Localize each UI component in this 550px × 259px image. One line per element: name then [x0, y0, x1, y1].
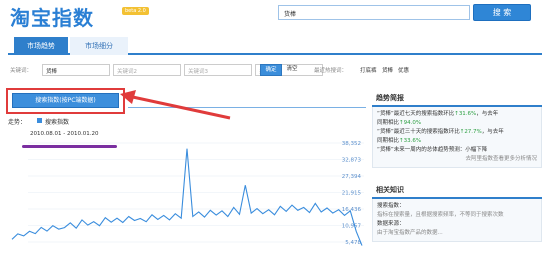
red-arrow-icon — [120, 90, 231, 120]
search-index-pc-button[interactable]: 搜索指数(按PC端数据) — [12, 93, 119, 108]
legend-swatch — [37, 118, 42, 123]
knowledge-item-desc: 指标在搜索量，且根据搜索频率，不等同于搜索次数 — [377, 212, 504, 218]
search-button[interactable]: 搜 索 — [473, 4, 531, 21]
keyword-field-3[interactable]: 关键词3 — [184, 64, 252, 76]
knowledge-title: 相关知识 — [372, 185, 542, 199]
trend-brief-panel: 趋势简报 “货棒”最近七天的搜索指数环比↑31.6%，与去年 同期相比↑94.0… — [372, 93, 542, 168]
keyword-field-2[interactable]: 关键词2 — [113, 64, 181, 76]
y-tick-label: 32,873 — [342, 158, 362, 164]
hot-search-link-1[interactable]: 打底裤 — [360, 66, 377, 74]
brief-line: 同期相比↑33.6% — [377, 138, 422, 144]
more-analysis-link[interactable]: 去阿里指数查看更多分析情况 — [377, 155, 537, 164]
keyword-filter-row: 关键词： 货棒 关键词2 关键词3 关键词4 确定 清空 最近热搜词： 打底裤 … — [8, 62, 542, 78]
tab-market-trend[interactable]: 市场趋势 — [14, 37, 68, 55]
brief-line: “货棒”最近三十天的搜索指数环比↑27.7%，与去年 — [377, 129, 504, 135]
header: 淘宝指数 beta 2.0 货棒 搜 索 — [0, 0, 550, 34]
y-tick-label: 27,394 — [342, 174, 362, 180]
date-range-label[interactable]: 2010.08.01 - 2010.01.20 — [30, 131, 98, 137]
knowledge-item-desc: 由于淘宝指数产品的数据... — [377, 230, 443, 236]
taobao-index-logo[interactable]: 淘宝指数 — [10, 2, 94, 31]
search-input[interactable]: 货棒 — [278, 5, 470, 20]
hot-search-label: 最近热搜词： — [314, 68, 348, 74]
main-tabs: 市场趋势 市场细分 — [8, 37, 542, 55]
y-tick-label: 5,478 — [345, 240, 361, 246]
confirm-button[interactable]: 确定 — [260, 64, 282, 76]
y-tick-label: 21,915 — [342, 191, 362, 197]
knowledge-body: 搜索指数： 指标在搜索量，且根据搜索频率，不等同于搜索次数 数据来源： 由于淘宝… — [372, 199, 542, 242]
brief-line: 同期相比↑94.0% — [377, 120, 422, 126]
y-tick-label: 16,436 — [342, 207, 362, 213]
brief-line: “货棒”未来一周内的总体趋势预测：小幅下降 — [377, 147, 488, 153]
y-tick-label: 10,957 — [342, 224, 362, 230]
keyword-field-1[interactable]: 货棒 — [42, 64, 110, 76]
keyword-label: 关键词： — [10, 68, 33, 74]
y-tick-label: 38,352 — [342, 141, 361, 147]
hot-search-link-3[interactable]: 优惠 — [398, 66, 409, 74]
brief-line: “货棒”最近七天的搜索指数环比↑31.6%，与去年 — [377, 111, 499, 117]
knowledge-item-title: 搜索指数： — [377, 203, 405, 209]
purple-annotation-underline — [22, 145, 117, 148]
series-line-search-index — [11, 148, 363, 246]
beta-badge: beta 2.0 — [122, 7, 149, 15]
tab-market-segment[interactable]: 市场细分 — [70, 37, 128, 55]
clear-button[interactable]: 清空 — [284, 64, 300, 76]
hot-search-link-2[interactable]: 货棒 — [382, 66, 393, 74]
knowledge-item-title: 数据来源： — [377, 221, 405, 227]
trend-brief-body: “货棒”最近七天的搜索指数环比↑31.6%，与去年 同期相比↑94.0% “货棒… — [372, 107, 542, 168]
trend-brief-title: 趋势简报 — [372, 93, 542, 107]
knowledge-panel: 相关知识 搜索指数： 指标在搜索量，且根据搜索频率，不等同于搜索次数 数据来源：… — [372, 185, 542, 242]
